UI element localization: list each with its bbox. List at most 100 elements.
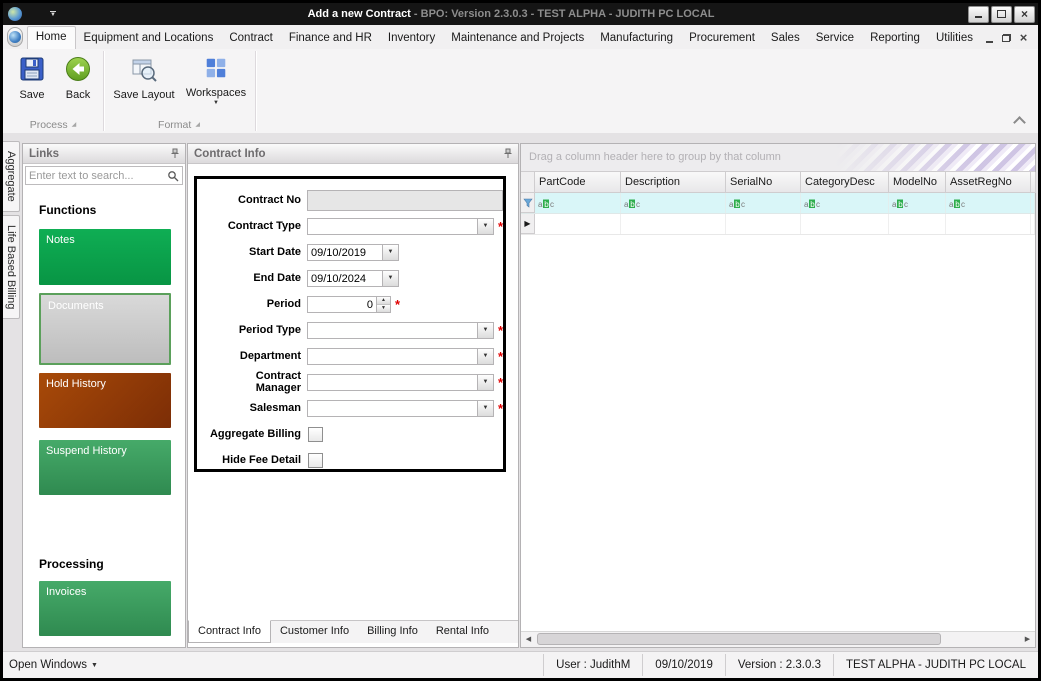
required-marker: * (498, 219, 503, 234)
tab-finance-and-hr[interactable]: Finance and HR (281, 28, 380, 49)
tab-sales[interactable]: Sales (763, 28, 808, 49)
scrollbar-thumb[interactable] (537, 633, 941, 645)
processing-heading: Processing (39, 557, 185, 571)
tab-utilities[interactable]: Utilities (928, 28, 981, 49)
contract-manager-row: Contract Manager ▼ * (197, 369, 503, 395)
group-launcher-icon[interactable]: ◢ (195, 121, 200, 128)
group-launcher-icon[interactable]: ◢ (72, 121, 77, 128)
svg-text:b: b (630, 200, 635, 209)
tab-procurement[interactable]: Procurement (681, 28, 763, 49)
collapse-ribbon-icon[interactable] (1013, 116, 1026, 129)
search-input[interactable] (26, 170, 167, 182)
suspend-history-button[interactable]: Suspend History (39, 440, 171, 495)
period-spinner[interactable]: 0 ▲▼ (307, 296, 391, 313)
hide-fee-detail-checkbox[interactable] (308, 453, 323, 468)
grid-empty-row[interactable]: ▶ (521, 214, 1035, 235)
invoices-button[interactable]: Invoices (39, 581, 171, 636)
chevron-down-icon[interactable]: ▼ (477, 349, 493, 364)
tab-inventory[interactable]: Inventory (380, 28, 443, 49)
title-bar: ▼ Add a new Contract - BPO: Version 2.3.… (3, 3, 1038, 25)
tab-rental-info[interactable]: Rental Info (427, 621, 498, 643)
app-icon[interactable] (8, 7, 22, 21)
workspaces-button[interactable]: Workspaces ▼ (183, 55, 249, 106)
row-arrow-icon: ▶ (524, 220, 530, 228)
documents-button[interactable]: Documents (39, 293, 171, 365)
open-windows-button[interactable]: Open Windows▼ (3, 659, 543, 671)
hold-history-button[interactable]: Hold History (39, 373, 171, 428)
end-date-picker[interactable]: 09/10/2024▼ (307, 270, 399, 287)
spin-down-icon[interactable]: ▼ (377, 305, 390, 312)
chevron-down-icon: ▼ (213, 100, 219, 106)
chevron-down-icon: ▼ (91, 662, 98, 669)
salesman-combo[interactable]: ▼ (307, 400, 494, 417)
scroll-left-icon[interactable]: ◀ (521, 632, 536, 646)
start-date-picker[interactable]: 09/10/2019▼ (307, 244, 399, 261)
filter-cell-description[interactable]: abc (621, 193, 726, 213)
close-button[interactable]: × (1014, 6, 1035, 23)
column-header-categorydesc[interactable]: CategoryDesc (801, 172, 889, 193)
links-panel-header: Links (23, 144, 185, 164)
pin-icon[interactable] (170, 148, 180, 159)
tab-manufacturing[interactable]: Manufacturing (592, 28, 681, 49)
mdi-restore-button[interactable] (998, 31, 1015, 45)
tab-home[interactable]: Home (27, 26, 76, 49)
tab-service[interactable]: Service (808, 28, 862, 49)
filter-cell-modelno[interactable]: abc (889, 193, 946, 213)
mdi-minimize-button[interactable] (981, 31, 998, 45)
tab-customer-info[interactable]: Customer Info (271, 621, 358, 643)
side-tab-life-based-billing[interactable]: Life Based Billing (3, 215, 20, 319)
links-search-box (25, 166, 183, 185)
required-marker: * (498, 401, 503, 416)
filter-cell-serialno[interactable]: abc (726, 193, 801, 213)
column-header-partcode[interactable]: PartCode (535, 172, 621, 193)
spin-up-icon[interactable]: ▲ (377, 297, 390, 305)
chevron-down-icon[interactable]: ▼ (382, 245, 398, 260)
autofilter-edit-icon: abc (949, 198, 965, 209)
application-button[interactable] (7, 27, 23, 47)
column-header-serialno[interactable]: SerialNo (726, 172, 801, 193)
back-button[interactable]: Back (57, 55, 99, 101)
scroll-right-icon[interactable]: ▶ (1020, 632, 1035, 646)
horizontal-scrollbar[interactable]: ◀ ▶ (521, 631, 1035, 647)
column-header-modelno[interactable]: ModelNo (889, 172, 946, 193)
save-button[interactable]: Save (11, 55, 53, 101)
tab-equipment-and-locations[interactable]: Equipment and Locations (76, 28, 222, 49)
close-icon: × (1020, 33, 1028, 43)
required-marker: * (498, 323, 503, 338)
chevron-down-icon[interactable]: ▼ (477, 401, 493, 416)
contract-manager-combo[interactable]: ▼ (307, 374, 494, 391)
ribbon: Save Back S (3, 49, 1038, 134)
svg-text:b: b (810, 200, 815, 209)
tab-maintenance-and-projects[interactable]: Maintenance and Projects (443, 28, 592, 49)
chevron-down-icon[interactable]: ▼ (477, 375, 493, 390)
tab-reporting[interactable]: Reporting (862, 28, 928, 49)
group-by-hint: Drag a column header here to group by th… (521, 144, 1035, 171)
mdi-close-button[interactable]: × (1015, 31, 1032, 45)
back-arrow-icon (64, 55, 92, 86)
tab-contract[interactable]: Contract (221, 28, 280, 49)
svg-text:a: a (624, 200, 629, 209)
maximize-button[interactable] (991, 6, 1012, 23)
period-type-combo[interactable]: ▼ (307, 322, 494, 339)
ribbon-group-format: Format◢ (103, 117, 255, 132)
column-header-assetregno[interactable]: AssetRegNo (946, 172, 1031, 193)
filter-cell-categorydesc[interactable]: abc (801, 193, 889, 213)
aggregate-billing-checkbox[interactable] (308, 427, 323, 442)
filter-cell-assetregno[interactable]: abc (946, 193, 1031, 213)
filter-cell-partcode[interactable]: abc (535, 193, 621, 213)
column-header-description[interactable]: Description (621, 172, 726, 193)
pin-icon[interactable] (503, 148, 513, 159)
save-layout-button[interactable]: Save Layout (111, 55, 177, 101)
svg-text:c: c (961, 200, 965, 209)
tab-billing-info[interactable]: Billing Info (358, 621, 427, 643)
chevron-down-icon[interactable]: ▼ (477, 219, 493, 234)
department-combo[interactable]: ▼ (307, 348, 494, 365)
contract-type-combo[interactable]: ▼ (307, 218, 494, 235)
chevron-down-icon[interactable]: ▼ (382, 271, 398, 286)
notes-button[interactable]: Notes (39, 229, 171, 285)
tab-contract-info[interactable]: Contract Info (188, 620, 271, 643)
search-icon[interactable] (167, 170, 179, 182)
side-tab-aggregate[interactable]: Aggregate (3, 141, 20, 212)
minimize-button[interactable] (968, 6, 989, 23)
chevron-down-icon[interactable]: ▼ (477, 323, 493, 338)
